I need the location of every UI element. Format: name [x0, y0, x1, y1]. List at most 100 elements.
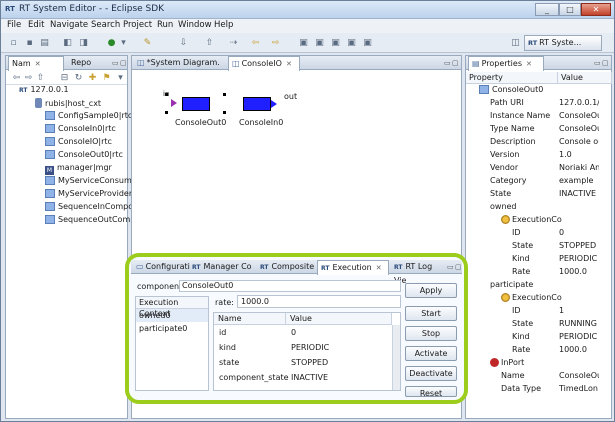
- tab-manager-control[interactable]: RT Manager Co: [189, 260, 255, 274]
- component-body[interactable]: [182, 97, 210, 111]
- tool-icon[interactable]: ✎: [141, 37, 154, 49]
- close-tab-icon[interactable]: ✕: [286, 60, 292, 68]
- table-row-value[interactable]: INACTIVE: [291, 373, 328, 382]
- minimize-button[interactable]: _: [535, 3, 559, 16]
- forward-icon[interactable]: ⇨: [269, 37, 282, 49]
- print-icon[interactable]: ▤: [38, 37, 51, 49]
- back-icon[interactable]: ⇦: [249, 37, 262, 49]
- menu-edit[interactable]: Edit: [28, 20, 44, 30]
- maximize-view-icon[interactable]: ▢: [455, 263, 462, 271]
- component-field[interactable]: ConsoleOut0: [179, 280, 401, 292]
- table-row-value[interactable]: PERIODIC: [291, 343, 329, 352]
- open-type-icon[interactable]: ◧: [61, 37, 74, 49]
- tree-node[interactable]: rubis|host_cxt: [35, 98, 101, 108]
- refresh-icon[interactable]: ↻: [72, 72, 85, 84]
- component-consoleout0[interactable]: [165, 93, 227, 115]
- maximize-button[interactable]: □: [559, 3, 581, 16]
- forward-history-icon[interactable]: ⇢: [227, 37, 240, 49]
- run-dropdown-icon[interactable]: ▾: [117, 37, 130, 49]
- property-row[interactable]: Data Type: [501, 384, 541, 393]
- tree-node[interactable]: ConsoleIn0|rtc: [45, 124, 116, 133]
- property-row[interactable]: owned: [490, 202, 517, 211]
- menu-search[interactable]: Search: [91, 20, 120, 30]
- property-row[interactable]: Kind: [512, 254, 530, 263]
- tab-repository[interactable]: Repo: [68, 56, 108, 70]
- property-row[interactable]: Name: [501, 371, 525, 380]
- ec-item-owned0[interactable]: owned0: [136, 309, 208, 322]
- property-row[interactable]: State: [512, 241, 533, 250]
- table-row-value[interactable]: STOPPED: [291, 358, 328, 367]
- toolbar-icon-b[interactable]: ▣: [313, 37, 326, 49]
- minimize-view-icon[interactable]: ▭: [594, 59, 601, 67]
- property-row[interactable]: ExecutionCo: [501, 293, 562, 302]
- tab-consoleio[interactable]: ◫ ConsoleIO ✕: [228, 56, 300, 71]
- view-menu-icon[interactable]: ▾: [114, 72, 127, 84]
- property-row[interactable]: Kind: [512, 332, 530, 341]
- close-tab-icon[interactable]: ✕: [376, 264, 382, 272]
- tab-properties[interactable]: ▤ Properties ✕: [468, 56, 544, 71]
- property-row[interactable]: Rate: [512, 267, 530, 276]
- activate-button[interactable]: Activate: [405, 346, 457, 361]
- ec-list-header[interactable]: Execution Context: [136, 297, 208, 318]
- perspective-switcher[interactable]: RT RT Syste...: [524, 35, 602, 51]
- property-row[interactable]: Type Name: [490, 124, 535, 133]
- toolbar-icon-e[interactable]: ▣: [361, 37, 374, 49]
- maximize-view-icon[interactable]: ▢: [452, 59, 459, 67]
- menu-file[interactable]: File: [7, 20, 21, 30]
- open-resource-icon[interactable]: ◨: [77, 37, 90, 49]
- add-server-icon[interactable]: ✚: [86, 72, 99, 84]
- property-row[interactable]: participate: [490, 280, 533, 289]
- tree-node[interactable]: ConsoleIO|rtc: [45, 137, 112, 146]
- filter-icon[interactable]: ⚑: [100, 72, 113, 84]
- property-row[interactable]: State: [512, 319, 533, 328]
- tab-name-service[interactable]: Nam ✕: [8, 56, 64, 71]
- column-header-property[interactable]: Property: [466, 72, 558, 84]
- maximize-view-icon[interactable]: ▢: [602, 59, 609, 67]
- property-row[interactable]: Category: [490, 176, 527, 185]
- property-row[interactable]: ConsoleOut0: [479, 85, 543, 94]
- close-window-button[interactable]: ✕: [581, 3, 611, 16]
- tree-node[interactable]: RT 127.0.0.1: [19, 85, 69, 94]
- tab-execution[interactable]: RT Execution ✕: [317, 260, 389, 275]
- save-icon[interactable]: ▪: [23, 37, 36, 49]
- property-row[interactable]: ExecutionCo: [501, 215, 562, 224]
- column-header-value[interactable]: Value: [286, 313, 392, 325]
- tree-node[interactable]: MyServiceConsume: [45, 176, 137, 185]
- close-tab-icon[interactable]: ✕: [35, 60, 41, 68]
- tree-node[interactable]: ConfigSample0|rtc: [45, 111, 132, 120]
- tree-node[interactable]: MyServiceProvider0: [45, 189, 137, 198]
- collapse-all-icon[interactable]: ⊟: [58, 72, 71, 84]
- property-row[interactable]: Description: [490, 137, 536, 146]
- outport-icon[interactable]: [271, 100, 277, 108]
- tree-node[interactable]: Mmanager|mgr: [45, 163, 112, 175]
- minimize-view-icon[interactable]: ▭: [447, 263, 454, 271]
- toolbar-icon-a[interactable]: ▣: [297, 37, 310, 49]
- toolbar-icon-c[interactable]: ▣: [329, 37, 342, 49]
- component-consolein0[interactable]: [241, 95, 285, 113]
- property-row[interactable]: InPort: [490, 358, 524, 367]
- table-row-name[interactable]: state: [219, 358, 239, 367]
- property-row[interactable]: Instance Name: [490, 111, 550, 120]
- tab-rt-log-view[interactable]: RTRT Log Vie: [391, 260, 447, 285]
- property-row[interactable]: ID: [512, 228, 521, 237]
- maximize-view-icon[interactable]: ▢: [120, 59, 127, 67]
- menu-navigate[interactable]: Navigate: [50, 20, 88, 30]
- component-body[interactable]: [243, 97, 271, 111]
- property-row[interactable]: Version: [490, 150, 519, 159]
- tab-composite[interactable]: RT Composite: [257, 260, 315, 274]
- toolbar-icon-d[interactable]: ▣: [345, 37, 358, 49]
- menu-project[interactable]: Project: [123, 20, 152, 30]
- apply-button[interactable]: Apply: [405, 283, 457, 298]
- deactivate-button[interactable]: Deactivate: [405, 366, 457, 381]
- property-row[interactable]: Vendor: [490, 163, 518, 172]
- tab-configuration[interactable]: ▭ Configurati: [133, 260, 190, 274]
- table-row-name[interactable]: id: [219, 328, 226, 337]
- table-row-name[interactable]: kind: [219, 343, 236, 352]
- property-row[interactable]: Path URI: [490, 98, 524, 107]
- menu-help[interactable]: Help: [214, 20, 233, 30]
- table-row-name[interactable]: component_state: [219, 373, 289, 382]
- open-perspective-icon[interactable]: ◫: [509, 37, 522, 49]
- prev-annotation-icon[interactable]: ⇧: [203, 37, 216, 49]
- menu-window[interactable]: Window: [178, 20, 212, 30]
- close-tab-icon[interactable]: ✕: [526, 60, 532, 68]
